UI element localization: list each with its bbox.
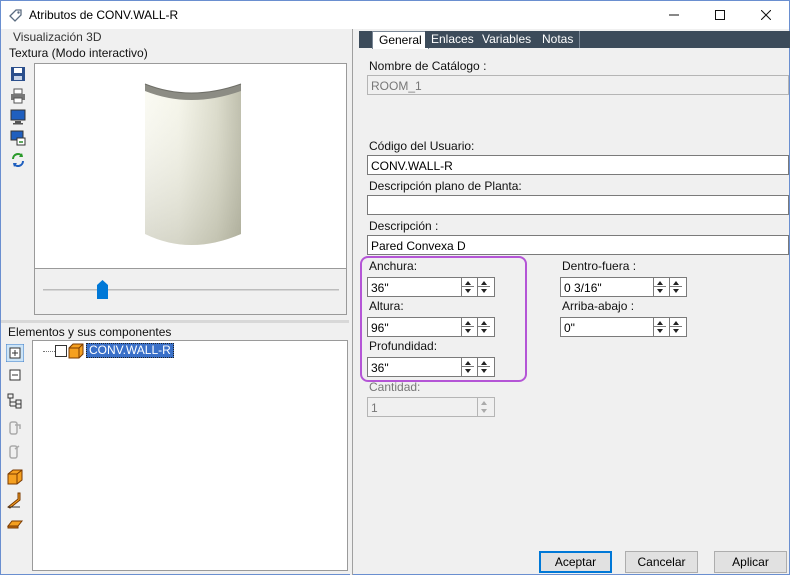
slider-track bbox=[43, 289, 339, 291]
updown-spin-a[interactable] bbox=[653, 318, 666, 336]
window-title: Atributos de CONV.WALL-R bbox=[29, 8, 179, 22]
copy-icon bbox=[9, 445, 20, 459]
depth-spin-a[interactable] bbox=[461, 358, 474, 376]
tree-item-label[interactable]: CONV.WALL-R bbox=[86, 343, 174, 358]
quantity-label: Cantidad: bbox=[369, 380, 421, 394]
width-spin-b[interactable] bbox=[477, 278, 490, 296]
tab-enlaces[interactable]: Enlaces bbox=[425, 31, 481, 48]
width-value: 36" bbox=[371, 281, 389, 295]
horizontal-splitter[interactable] bbox=[1, 320, 349, 323]
tab-notas[interactable]: Notas bbox=[536, 31, 581, 48]
paste-icon bbox=[9, 421, 21, 435]
depth-stepper[interactable]: 36" bbox=[367, 357, 495, 377]
updown-value: 0" bbox=[564, 321, 575, 335]
tag-icon bbox=[9, 9, 22, 22]
depth-value: 36" bbox=[371, 361, 389, 375]
zoom-slider[interactable] bbox=[34, 269, 347, 315]
collapse-icon[interactable] bbox=[6, 366, 24, 384]
slab-icon[interactable] bbox=[6, 514, 24, 532]
description-label: Descripción : bbox=[369, 219, 439, 233]
inout-spin-a[interactable] bbox=[653, 278, 666, 296]
monitor-icon[interactable] bbox=[9, 108, 27, 126]
splitter-line bbox=[352, 29, 353, 575]
export-view-icon[interactable] bbox=[9, 129, 27, 147]
tree-item-checkbox[interactable] bbox=[55, 345, 67, 357]
height-value: 96" bbox=[371, 321, 389, 335]
description-field[interactable]: Pared Convexa D bbox=[367, 235, 789, 255]
depth-spin-b[interactable] bbox=[477, 358, 490, 376]
updown-spin-b[interactable] bbox=[669, 318, 682, 336]
tab-variables[interactable]: Variables bbox=[476, 31, 539, 48]
viz-3d-label: Visualización 3D bbox=[13, 30, 102, 44]
minimize-icon bbox=[669, 14, 679, 16]
height-spin-b[interactable] bbox=[477, 318, 490, 336]
close-button[interactable] bbox=[743, 1, 789, 29]
close-icon bbox=[761, 10, 771, 20]
3d-preview[interactable] bbox=[34, 63, 347, 269]
quantity-value: 1 bbox=[371, 401, 378, 415]
maximize-icon bbox=[715, 10, 725, 20]
width-stepper[interactable]: 36" bbox=[367, 277, 495, 297]
width-spin-a[interactable] bbox=[461, 278, 474, 296]
wall-icon[interactable] bbox=[6, 491, 24, 509]
floorplan-desc-label: Descripción plano de Planta: bbox=[369, 179, 522, 193]
inout-label: Dentro-fuera : bbox=[562, 259, 637, 273]
cancel-button[interactable]: Cancelar bbox=[625, 551, 698, 573]
height-label: Altura: bbox=[369, 299, 404, 313]
curved-wall-render bbox=[144, 83, 242, 245]
box-icon bbox=[68, 343, 84, 359]
width-label: Anchura: bbox=[369, 259, 418, 273]
texture-label: Textura (Modo interactivo) bbox=[9, 46, 148, 60]
updown-label: Arriba-abajo : bbox=[562, 299, 635, 313]
box-icon[interactable] bbox=[6, 468, 24, 486]
quantity-stepper: 1 bbox=[367, 397, 495, 417]
attributes-dialog: Atributos de CONV.WALL-R Visualización 3… bbox=[0, 0, 790, 575]
floorplan-desc-field[interactable] bbox=[367, 195, 789, 215]
accept-button[interactable]: Aceptar bbox=[539, 551, 612, 573]
updown-stepper[interactable]: 0" bbox=[560, 317, 687, 337]
height-spin-a[interactable] bbox=[461, 318, 474, 336]
user-code-field[interactable]: CONV.WALL-R bbox=[367, 155, 789, 175]
expand-icon[interactable] bbox=[6, 344, 24, 362]
save-icon[interactable] bbox=[9, 65, 27, 83]
catalog-field: ROOM_1 bbox=[367, 75, 789, 95]
quantity-spin bbox=[477, 398, 490, 416]
components-tree[interactable]: CONV.WALL-R bbox=[32, 340, 348, 571]
depth-label: Profundidad: bbox=[369, 339, 438, 353]
minimize-button[interactable] bbox=[651, 1, 697, 29]
tree-connector bbox=[43, 351, 55, 352]
maximize-button[interactable] bbox=[697, 1, 743, 29]
height-stepper[interactable]: 96" bbox=[367, 317, 495, 337]
apply-button[interactable]: Aplicar bbox=[714, 551, 787, 573]
user-code-label: Código del Usuario: bbox=[369, 139, 475, 153]
inout-spin-b[interactable] bbox=[669, 278, 682, 296]
slider-thumb[interactable] bbox=[96, 280, 108, 299]
hierarchy-icon[interactable] bbox=[6, 392, 24, 410]
inout-stepper[interactable]: 0 3/16" bbox=[560, 277, 687, 297]
title-bar: Atributos de CONV.WALL-R bbox=[1, 1, 789, 29]
tab-general[interactable]: General bbox=[372, 31, 429, 49]
inout-value: 0 3/16" bbox=[564, 281, 602, 295]
print-icon[interactable] bbox=[9, 87, 27, 105]
refresh-icon[interactable] bbox=[9, 151, 27, 169]
catalog-label: Nombre de Catálogo : bbox=[369, 59, 487, 73]
tree-panel-label: Elementos y sus componentes bbox=[8, 325, 172, 339]
